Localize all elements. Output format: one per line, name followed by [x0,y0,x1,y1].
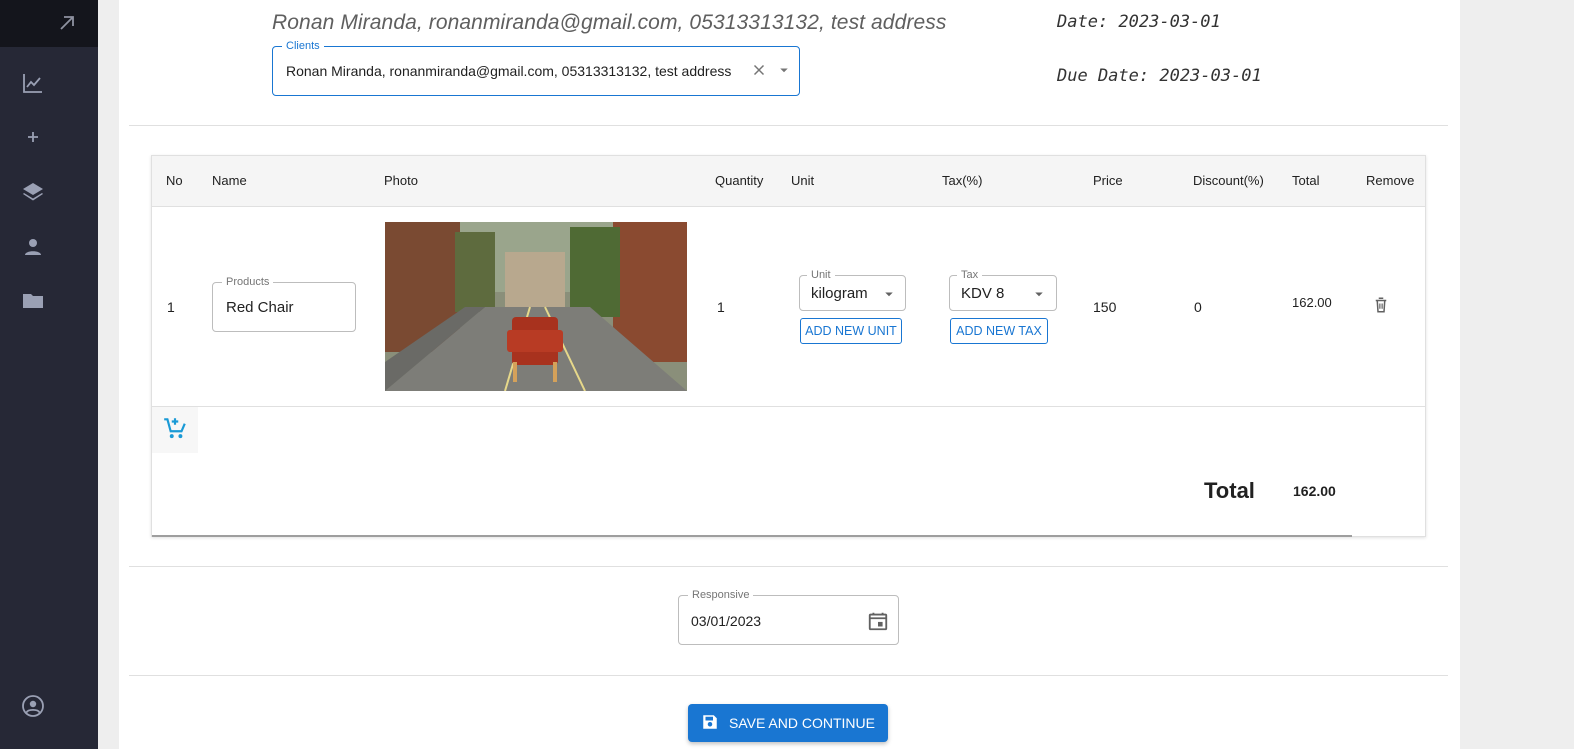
price-value: 150 [1093,299,1117,315]
unit-select[interactable]: Unit kilogram [799,268,906,311]
unit-value: kilogram [811,285,868,302]
clear-icon[interactable] [750,61,768,84]
discount-value: 0 [1194,299,1202,315]
row-divider [152,406,1425,407]
table-bottom-line [152,535,1352,537]
date-picker-label: Responsive [688,588,754,602]
clients-select[interactable]: Clients Ronan Miranda, ronanmiranda@gmai… [272,39,800,96]
save-icon [701,713,719,734]
date-picker-value: 03/01/2023 [691,613,762,629]
header-price: Price [1093,173,1123,188]
add-new-unit-button[interactable]: ADD NEW UNIT [800,318,902,344]
add-new-tax-button[interactable]: ADD NEW TAX [950,318,1048,344]
unit-label: Unit [807,268,835,282]
product-value: Red Chair [226,299,294,316]
table-header: No Name Photo Quantity Unit Tax(%) Price… [152,156,1425,207]
tax-label: Tax [957,268,983,282]
header-photo: Photo [384,173,418,188]
row-no: 1 [167,299,175,315]
divider [129,566,1448,567]
tax-select[interactable]: Tax KDV 8 [949,268,1057,311]
quantity-value: 1 [717,299,725,315]
product-label: Products [222,275,274,289]
header-name: Name [212,173,247,188]
divider [129,125,1448,126]
sidebar [0,0,98,749]
product-field[interactable]: Products Red Chair [212,275,356,332]
grand-total-value: 162.00 [1293,483,1336,499]
layers-icon[interactable] [18,177,48,207]
header-total: Total [1292,173,1320,188]
account-circle-icon[interactable] [18,691,48,721]
chevron-down-icon[interactable] [775,61,793,84]
clients-value: Ronan Miranda, ronanmiranda@gmail.com, 0… [286,63,732,79]
date-picker[interactable]: Responsive 03/01/2023 [678,588,899,645]
arrow-up-right-icon[interactable] [52,8,82,38]
header-discount: Discount(%) [1193,173,1264,188]
plus-icon[interactable] [18,122,48,152]
clients-label: Clients [282,39,324,53]
add-shopping-cart-icon [162,415,188,446]
client-summary: Ronan Miranda, ronanmiranda@gmail.com, 0… [272,11,947,34]
divider [129,675,1448,676]
add-item-button[interactable] [152,407,198,453]
folder-icon[interactable] [18,285,48,315]
invoice-card: Ronan Miranda, ronanmiranda@gmail.com, 0… [119,0,1460,749]
header-unit: Unit [791,173,815,188]
trash-icon[interactable] [1372,296,1390,319]
chart-line-icon[interactable] [18,68,48,98]
sidebar-header [0,0,98,47]
save-and-continue-label: SAVE AND CONTINUE [729,715,875,731]
invoice-due-date: Due Date: 2023-03-01 [1057,66,1262,86]
chevron-down-icon [880,285,898,308]
header-no: No [166,173,183,188]
product-photo [385,222,687,391]
header-tax: Tax(%) [942,173,983,188]
tax-value: KDV 8 [961,285,1005,302]
row-total-value: 162.00 [1292,295,1332,310]
calendar-icon[interactable] [867,610,889,637]
person-icon[interactable] [18,232,48,262]
items-table: No Name Photo Quantity Unit Tax(%) Price… [151,155,1426,537]
header-remove: Remove [1366,173,1415,188]
chevron-down-icon [1030,285,1048,308]
save-and-continue-button[interactable]: SAVE AND CONTINUE [688,704,888,742]
grand-total-label: Total [1204,478,1255,503]
header-quantity: Quantity [715,173,764,188]
invoice-date: Date: 2023-03-01 [1057,12,1221,32]
